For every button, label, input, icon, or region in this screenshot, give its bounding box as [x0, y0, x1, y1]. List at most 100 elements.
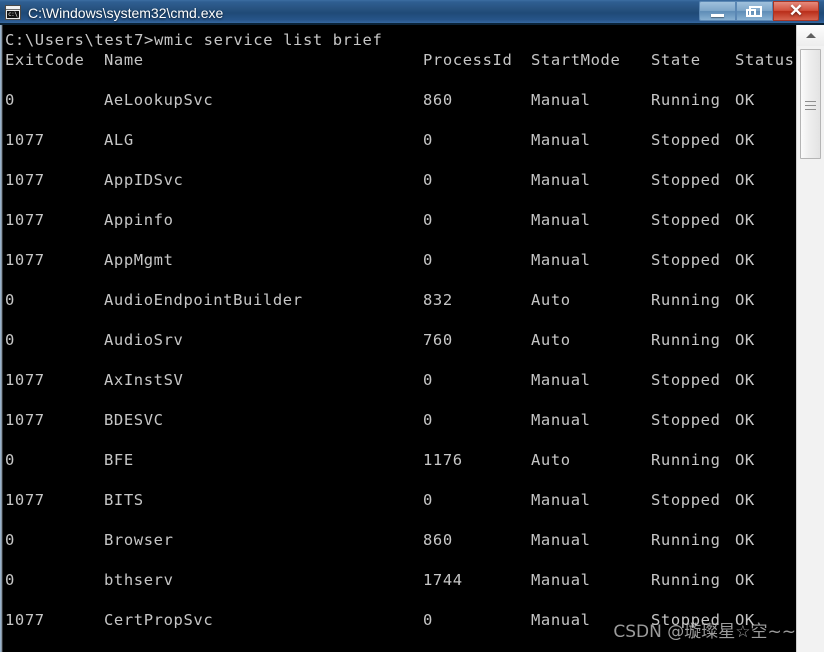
cell-name: Browser	[104, 531, 174, 549]
cell-exitcode: 0	[5, 451, 15, 469]
cell-processid: 0	[423, 251, 433, 269]
cell-processid: 760	[423, 331, 453, 349]
cell-name: AeLookupSvc	[104, 91, 214, 109]
cell-processid: 1744	[423, 571, 463, 589]
scroll-thumb[interactable]	[800, 49, 821, 159]
cell-processid: 1176	[423, 451, 463, 469]
cell-processid: 860	[423, 91, 453, 109]
cell-exitcode: 0	[5, 531, 15, 549]
cell-processid: 860	[423, 531, 453, 549]
cell-exitcode: 1077	[5, 211, 45, 229]
cell-exitcode: 1077	[5, 491, 45, 509]
cell-state: Stopped	[651, 611, 721, 629]
console-client-area: C:\Users\test7>wmic service list brief Ex…	[0, 25, 824, 652]
cell-exitcode: 0	[5, 291, 15, 309]
cell-startmode: Auto	[531, 331, 571, 349]
cell-name: AxInstSV	[104, 371, 184, 389]
cell-startmode: Manual	[531, 531, 591, 549]
cell-status: OK	[735, 131, 755, 149]
cell-state: Stopped	[651, 371, 721, 389]
restore-icon-back	[746, 9, 756, 17]
cell-status: OK	[735, 371, 755, 389]
cell-state: Running	[651, 571, 721, 589]
cell-exitcode: 0	[5, 571, 15, 589]
minimize-button[interactable]	[699, 1, 736, 21]
cell-startmode: Manual	[531, 411, 591, 429]
column-header-name: Name	[104, 51, 144, 69]
cell-state: Stopped	[651, 491, 721, 509]
scroll-up-arrow-icon	[806, 33, 816, 38]
minimize-icon	[711, 14, 724, 17]
cell-status: OK	[735, 411, 755, 429]
cell-state: Running	[651, 531, 721, 549]
cell-exitcode: 1077	[5, 411, 45, 429]
cell-processid: 0	[423, 611, 433, 629]
cell-exitcode: 1077	[5, 251, 45, 269]
cell-name: AudioEndpointBuilder	[104, 291, 303, 309]
cell-status: OK	[735, 251, 755, 269]
cell-name: BFE	[104, 451, 134, 469]
cell-state: Running	[651, 91, 721, 109]
cell-status: OK	[735, 611, 755, 629]
cell-state: Stopped	[651, 131, 721, 149]
window-title: C:\Windows\system32\cmd.exe	[28, 5, 224, 21]
cmd-window: c:\_ C:\Windows\system32\cmd.exe ✕ C:\Us…	[0, 0, 824, 652]
cell-status: OK	[735, 331, 755, 349]
cell-startmode: Manual	[531, 211, 591, 229]
close-button[interactable]: ✕	[773, 1, 819, 21]
cell-name: bthserv	[104, 571, 174, 589]
scroll-up-button[interactable]	[797, 25, 824, 46]
cell-processid: 0	[423, 171, 433, 189]
cell-processid: 0	[423, 131, 433, 149]
cell-startmode: Manual	[531, 251, 591, 269]
cell-state: Stopped	[651, 411, 721, 429]
cell-startmode: Manual	[531, 91, 591, 109]
cell-status: OK	[735, 571, 755, 589]
scroll-thumb-grip-line	[805, 101, 816, 102]
cell-processid: 0	[423, 371, 433, 389]
cell-name: CertPropSvc	[104, 611, 214, 629]
cell-status: OK	[735, 491, 755, 509]
cell-name: AppMgmt	[104, 251, 174, 269]
cell-status: OK	[735, 211, 755, 229]
column-header-status: Status	[735, 51, 795, 69]
cell-status: OK	[735, 291, 755, 309]
vertical-scrollbar[interactable]	[796, 25, 824, 652]
cell-state: Running	[651, 291, 721, 309]
column-header-exitcode: ExitCode	[5, 51, 85, 69]
cell-status: OK	[735, 451, 755, 469]
maximize-restore-button[interactable]	[736, 1, 773, 21]
title-bar[interactable]: c:\_ C:\Windows\system32\cmd.exe ✕	[0, 0, 824, 25]
cell-processid: 0	[423, 211, 433, 229]
cell-exitcode: 1077	[5, 611, 45, 629]
cell-state: Stopped	[651, 251, 721, 269]
cell-state: Running	[651, 451, 721, 469]
cell-state: Stopped	[651, 211, 721, 229]
cell-startmode: Manual	[531, 491, 591, 509]
cell-processid: 0	[423, 491, 433, 509]
cell-name: BDESVC	[104, 411, 164, 429]
cmd-console-icon: c:\_	[5, 5, 21, 20]
command-text: C:\Users\test7>wmic service list brief	[5, 31, 383, 49]
cell-exitcode: 1077	[5, 131, 45, 149]
console-text-area[interactable]: C:\Users\test7>wmic service list brief Ex…	[3, 25, 796, 652]
cell-startmode: Manual	[531, 371, 591, 389]
cell-startmode: Auto	[531, 291, 571, 309]
cell-processid: 0	[423, 411, 433, 429]
cell-processid: 832	[423, 291, 453, 309]
column-header-processid: ProcessId	[423, 51, 513, 69]
close-icon: ✕	[788, 1, 804, 20]
column-header-state: State	[651, 51, 701, 69]
cell-status: OK	[735, 171, 755, 189]
icon-screen-glyph: c:\_	[7, 11, 19, 18]
cell-name: Appinfo	[104, 211, 174, 229]
cell-exitcode: 1077	[5, 371, 45, 389]
scroll-thumb-grip-line	[805, 105, 816, 106]
cell-startmode: Manual	[531, 131, 591, 149]
cell-name: ALG	[104, 131, 134, 149]
cell-startmode: Manual	[531, 171, 591, 189]
icon-titlebar-stripe	[6, 6, 20, 10]
cell-startmode: Manual	[531, 571, 591, 589]
cell-name: AppIDSvc	[104, 171, 184, 189]
cell-name: BITS	[104, 491, 144, 509]
